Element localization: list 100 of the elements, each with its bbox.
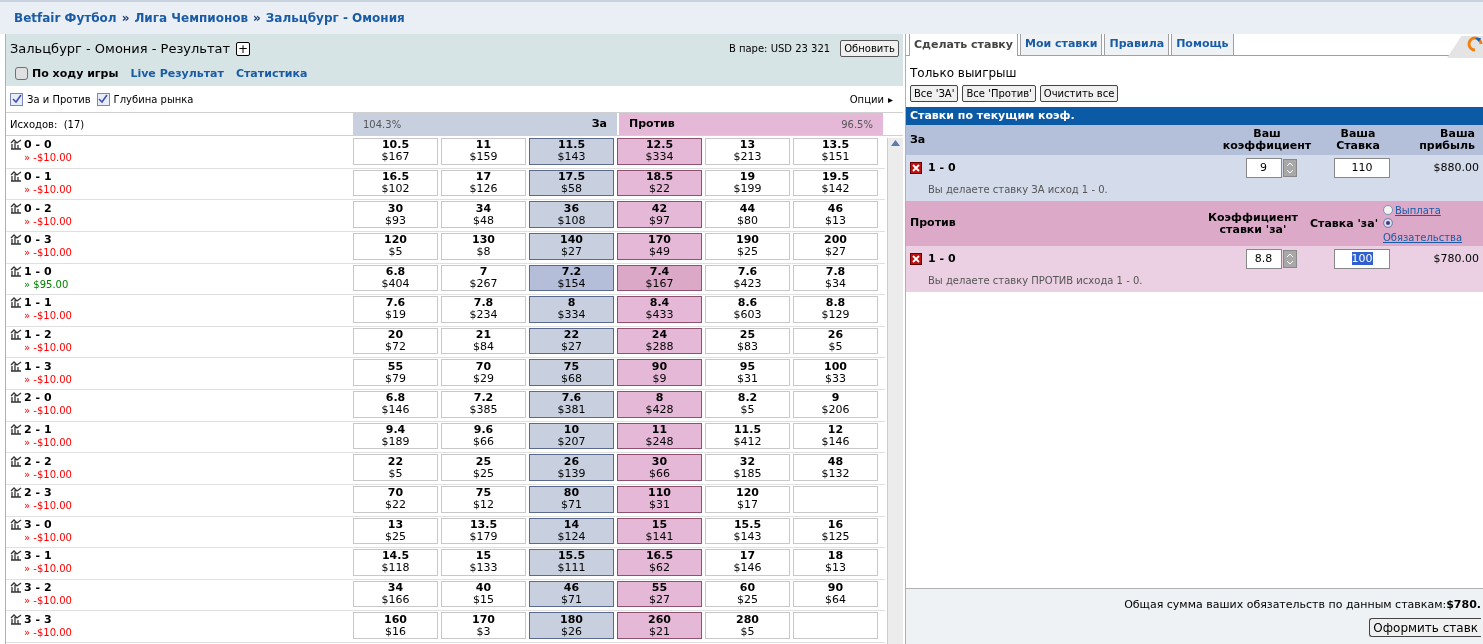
price-button[interactable]: 75 $68 — [529, 359, 614, 386]
price-button[interactable]: 170 $3 — [441, 612, 526, 639]
price-button[interactable]: 80 $71 — [529, 485, 614, 513]
link[interactable]: Live Результат — [130, 65, 224, 82]
chart-icon[interactable] — [10, 518, 22, 530]
link[interactable]: Выплата — [1395, 202, 1441, 218]
submit-button[interactable]: Оформить ставк — [1369, 617, 1481, 637]
price-button[interactable]: 8 $428 — [617, 391, 702, 418]
chart-icon[interactable] — [10, 487, 22, 499]
price-button[interactable]: 260 $21 — [617, 612, 702, 639]
tab[interactable]: Сделать ставку — [909, 34, 1018, 56]
radio-button[interactable] — [1383, 205, 1393, 215]
price-button[interactable]: 16.5 $62 — [617, 549, 702, 576]
price-button[interactable]: 26 $5 — [793, 327, 878, 355]
price-button[interactable]: 55 $79 — [353, 359, 438, 386]
checkbox[interactable] — [15, 67, 28, 81]
price-button[interactable]: 20 $72 — [353, 327, 438, 355]
price-button[interactable]: 24 $288 — [617, 327, 702, 355]
price-button[interactable]: 8.2 $5 — [705, 391, 790, 418]
stake-field[interactable]: 100 — [1334, 249, 1390, 269]
price-button[interactable]: 14 $124 — [529, 517, 614, 545]
price-button[interactable]: 8.8 $129 — [793, 296, 878, 323]
price-button[interactable]: 48 $132 — [793, 454, 878, 481]
price-button[interactable]: 11.5 $412 — [705, 422, 790, 450]
tab[interactable]: Помощь — [1171, 34, 1234, 55]
price-button[interactable]: 9 $206 — [793, 391, 878, 418]
price-button[interactable]: 10.5 $167 — [353, 138, 438, 165]
price-button[interactable]: 8 $334 — [529, 296, 614, 323]
chart-icon[interactable] — [10, 329, 22, 341]
chart-icon[interactable] — [10, 265, 22, 277]
price-button[interactable]: 22 $5 — [353, 454, 438, 481]
radio-button[interactable] — [1383, 217, 1393, 228]
price-button[interactable]: 46 $71 — [529, 580, 614, 608]
price-button[interactable]: 7.6 $423 — [705, 264, 790, 292]
refresh-button[interactable]: Обновить — [840, 40, 899, 58]
price-button[interactable]: 42 $97 — [617, 201, 702, 228]
price-button[interactable]: 100 $33 — [793, 359, 878, 386]
price-button[interactable]: 18 $13 — [793, 549, 878, 576]
price-button[interactable]: 130 $8 — [441, 232, 526, 260]
spinner-icon[interactable] — [1282, 250, 1297, 268]
checkbox[interactable] — [10, 92, 23, 106]
price-button[interactable]: 12 $146 — [793, 422, 878, 450]
breadcrumb-link[interactable]: Betfair Футбол — [14, 9, 117, 27]
price-button[interactable]: 13.5 $179 — [441, 517, 526, 545]
price-button[interactable]: 19 $199 — [705, 169, 790, 197]
link[interactable]: Обязательства — [1383, 229, 1463, 245]
price-button[interactable]: 32 $185 — [705, 454, 790, 481]
triangle-icon[interactable]: ▸ — [887, 91, 893, 107]
chart-icon[interactable] — [10, 392, 22, 404]
price-button[interactable]: 70 $22 — [353, 485, 438, 513]
chart-icon[interactable] — [10, 455, 22, 467]
price-button[interactable]: 14.5 $118 — [353, 549, 438, 576]
price-button[interactable]: 280 $5 — [705, 612, 790, 639]
price-button[interactable]: 19.5 $142 — [793, 169, 878, 197]
price-button[interactable]: 17.5 $58 — [529, 169, 614, 197]
price-button[interactable]: 40 $15 — [441, 580, 526, 608]
scrollbar[interactable] — [887, 138, 903, 644]
price-button[interactable]: 7.8 $234 — [441, 296, 526, 323]
price-button[interactable]: 8.4 $433 — [617, 296, 702, 323]
price-button[interactable]: 170 $49 — [617, 232, 702, 260]
price-button[interactable]: 70 $29 — [441, 359, 526, 386]
action-button[interactable]: Очистить все — [1039, 85, 1119, 102]
price-button[interactable]: 25 $83 — [705, 327, 790, 355]
scroll-up-arrow-icon[interactable] — [891, 140, 900, 146]
price-button[interactable]: 44 $80 — [705, 201, 790, 228]
chart-icon[interactable] — [10, 613, 22, 625]
price-button[interactable]: 7.8 $34 — [793, 264, 878, 292]
price-button[interactable]: 90 $9 — [617, 359, 702, 386]
price-button[interactable]: 90 $64 — [793, 580, 878, 608]
odds-field[interactable]: 8.8 — [1245, 249, 1282, 269]
options-label[interactable]: Опции — [849, 91, 884, 107]
price-button[interactable]: 13.5 $151 — [793, 138, 878, 165]
link[interactable]: Статистика — [235, 65, 308, 82]
price-button[interactable]: 7.2 $385 — [441, 391, 526, 418]
breadcrumb-link[interactable]: Лига Чемпионов — [134, 9, 249, 27]
chart-icon[interactable] — [10, 234, 22, 246]
price-button[interactable]: 30 $93 — [353, 201, 438, 228]
price-button[interactable]: 36 $108 — [529, 201, 614, 228]
remove-icon[interactable] — [910, 253, 922, 265]
checkbox[interactable] — [96, 92, 110, 106]
price-button[interactable]: 26 $139 — [529, 454, 614, 481]
expand-button[interactable]: + — [236, 41, 251, 56]
price-button[interactable]: 11.5 $143 — [529, 138, 614, 165]
price-button[interactable]: 21 $84 — [441, 327, 526, 355]
price-button[interactable]: 7.6 $19 — [353, 296, 438, 323]
price-button[interactable]: 34 $48 — [441, 201, 526, 228]
price-button[interactable]: 9.6 $66 — [441, 422, 526, 450]
stake-field[interactable]: 110 — [1334, 158, 1390, 178]
price-button[interactable]: 9.4 $189 — [353, 422, 438, 450]
chart-icon[interactable] — [10, 550, 22, 562]
chart-icon[interactable] — [10, 139, 22, 151]
price-button[interactable]: 11 $248 — [617, 422, 702, 450]
price-button[interactable]: 140 $27 — [529, 232, 614, 260]
chart-icon[interactable] — [10, 202, 22, 214]
price-button[interactable]: 17 $146 — [705, 549, 790, 576]
price-button[interactable]: 34 $166 — [353, 580, 438, 608]
price-button[interactable]: 17 $126 — [441, 169, 526, 197]
spinner-icon[interactable] — [1282, 159, 1297, 177]
price-button[interactable]: 25 $25 — [441, 454, 526, 481]
chart-icon[interactable] — [10, 360, 22, 372]
